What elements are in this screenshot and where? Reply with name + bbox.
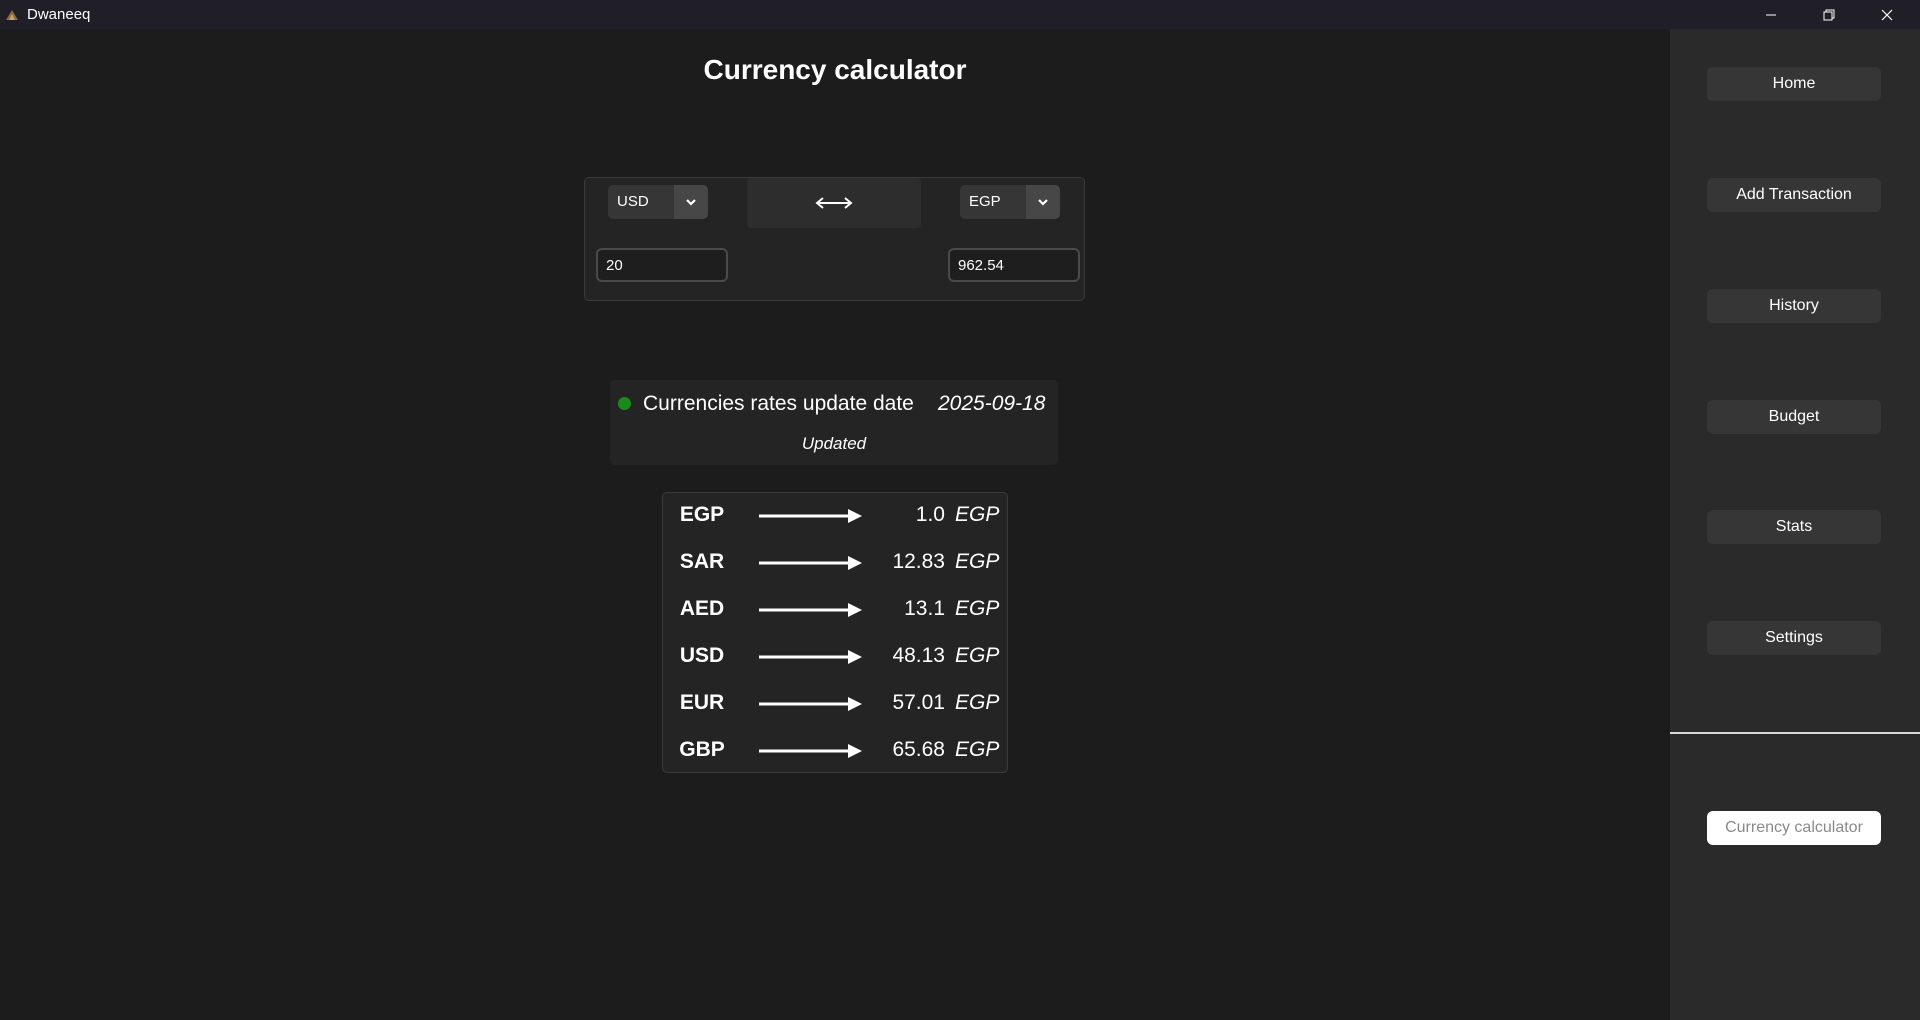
- nav-currency-calculator-button[interactable]: Currency calculator: [1707, 811, 1881, 845]
- minimize-button[interactable]: [1742, 0, 1800, 29]
- nav-budget-button[interactable]: Budget: [1707, 400, 1881, 434]
- close-icon: [1881, 9, 1893, 20]
- right-arrow-icon: [759, 697, 862, 711]
- rate-currency-code: USD: [679, 644, 725, 667]
- rate-unit: EGP: [955, 691, 1000, 714]
- from-currency-select[interactable]: USD: [608, 185, 708, 219]
- minimize-icon: [1766, 14, 1776, 15]
- nav-history-button[interactable]: History: [1707, 289, 1881, 323]
- to-currency-select[interactable]: EGP: [960, 185, 1060, 219]
- close-button[interactable]: [1858, 0, 1916, 29]
- from-currency-value: USD: [617, 193, 649, 210]
- right-arrow-icon: [759, 650, 862, 664]
- right-arrow-icon: [759, 744, 862, 758]
- right-arrow-icon: [759, 556, 862, 570]
- left-right-arrow-icon: [815, 197, 853, 209]
- chevron-down-icon[interactable]: [1026, 185, 1060, 219]
- rate-row: EGP 1.0 EGP: [663, 493, 1007, 540]
- rate-currency-code: AED: [679, 597, 725, 620]
- rate-row: EUR 57.01 EGP: [663, 681, 1007, 728]
- to-amount-input[interactable]: [948, 248, 1080, 282]
- rate-unit: EGP: [955, 597, 1000, 620]
- sidebar: Home Add Transaction History Budget Stat…: [1670, 29, 1920, 1020]
- rate-value: 57.01: [892, 691, 945, 714]
- nav-stats-button[interactable]: Stats: [1707, 510, 1881, 544]
- rate-currency-code: EUR: [679, 691, 725, 714]
- from-amount-input[interactable]: [596, 248, 728, 282]
- right-arrow-icon: [759, 603, 862, 617]
- rates-status-panel: Currencies rates update date 2025-09-18 …: [610, 380, 1058, 465]
- rate-value: 1.0: [915, 503, 945, 526]
- swap-currencies-button[interactable]: [747, 178, 921, 228]
- nav-settings-button[interactable]: Settings: [1707, 621, 1881, 655]
- rate-value: 65.68: [892, 738, 945, 761]
- rates-update-state: Updated: [801, 434, 867, 453]
- rate-value: 12.83: [892, 550, 945, 573]
- page-title: Currency calculator: [703, 54, 967, 85]
- restore-icon: [1823, 9, 1835, 20]
- rates-update-date: 2025-09-18: [938, 392, 1046, 415]
- rate-row: USD 48.13 EGP: [663, 634, 1007, 681]
- window-title: Dwaneeq: [27, 6, 91, 23]
- to-currency-value: EGP: [969, 193, 1001, 210]
- rate-row: SAR 12.83 EGP: [663, 540, 1007, 587]
- exchange-rates-table: EGP 1.0 EGP SAR 12.83 EGP AED 13.1 EGP U…: [662, 492, 1008, 773]
- rate-unit: EGP: [955, 550, 1000, 573]
- restore-button[interactable]: [1800, 0, 1858, 29]
- sidebar-divider: [1670, 732, 1920, 734]
- title-bar: Dwaneeq: [0, 0, 1920, 29]
- nav-add-transaction-button[interactable]: Add Transaction: [1707, 178, 1881, 212]
- rate-row: GBP 65.68 EGP: [663, 728, 1007, 775]
- rates-update-label: Currencies rates update date: [643, 392, 914, 415]
- rate-value: 48.13: [892, 644, 945, 667]
- rate-unit: EGP: [955, 738, 1000, 761]
- converter-panel: USD EGP: [584, 177, 1085, 301]
- right-arrow-icon: [759, 509, 862, 523]
- rate-unit: EGP: [955, 644, 1000, 667]
- rate-currency-code: EGP: [679, 503, 725, 526]
- nav-home-button[interactable]: Home: [1707, 67, 1881, 101]
- status-indicator-dot: [618, 397, 631, 410]
- app-logo-icon: [6, 10, 18, 20]
- main-content: Currency calculator USD EGP Currencies: [0, 29, 1670, 1020]
- rate-row: AED 13.1 EGP: [663, 587, 1007, 634]
- rate-currency-code: GBP: [679, 738, 725, 761]
- rate-unit: EGP: [955, 503, 1000, 526]
- chevron-down-icon[interactable]: [674, 185, 708, 219]
- rate-value: 13.1: [904, 597, 945, 620]
- rate-currency-code: SAR: [679, 550, 725, 573]
